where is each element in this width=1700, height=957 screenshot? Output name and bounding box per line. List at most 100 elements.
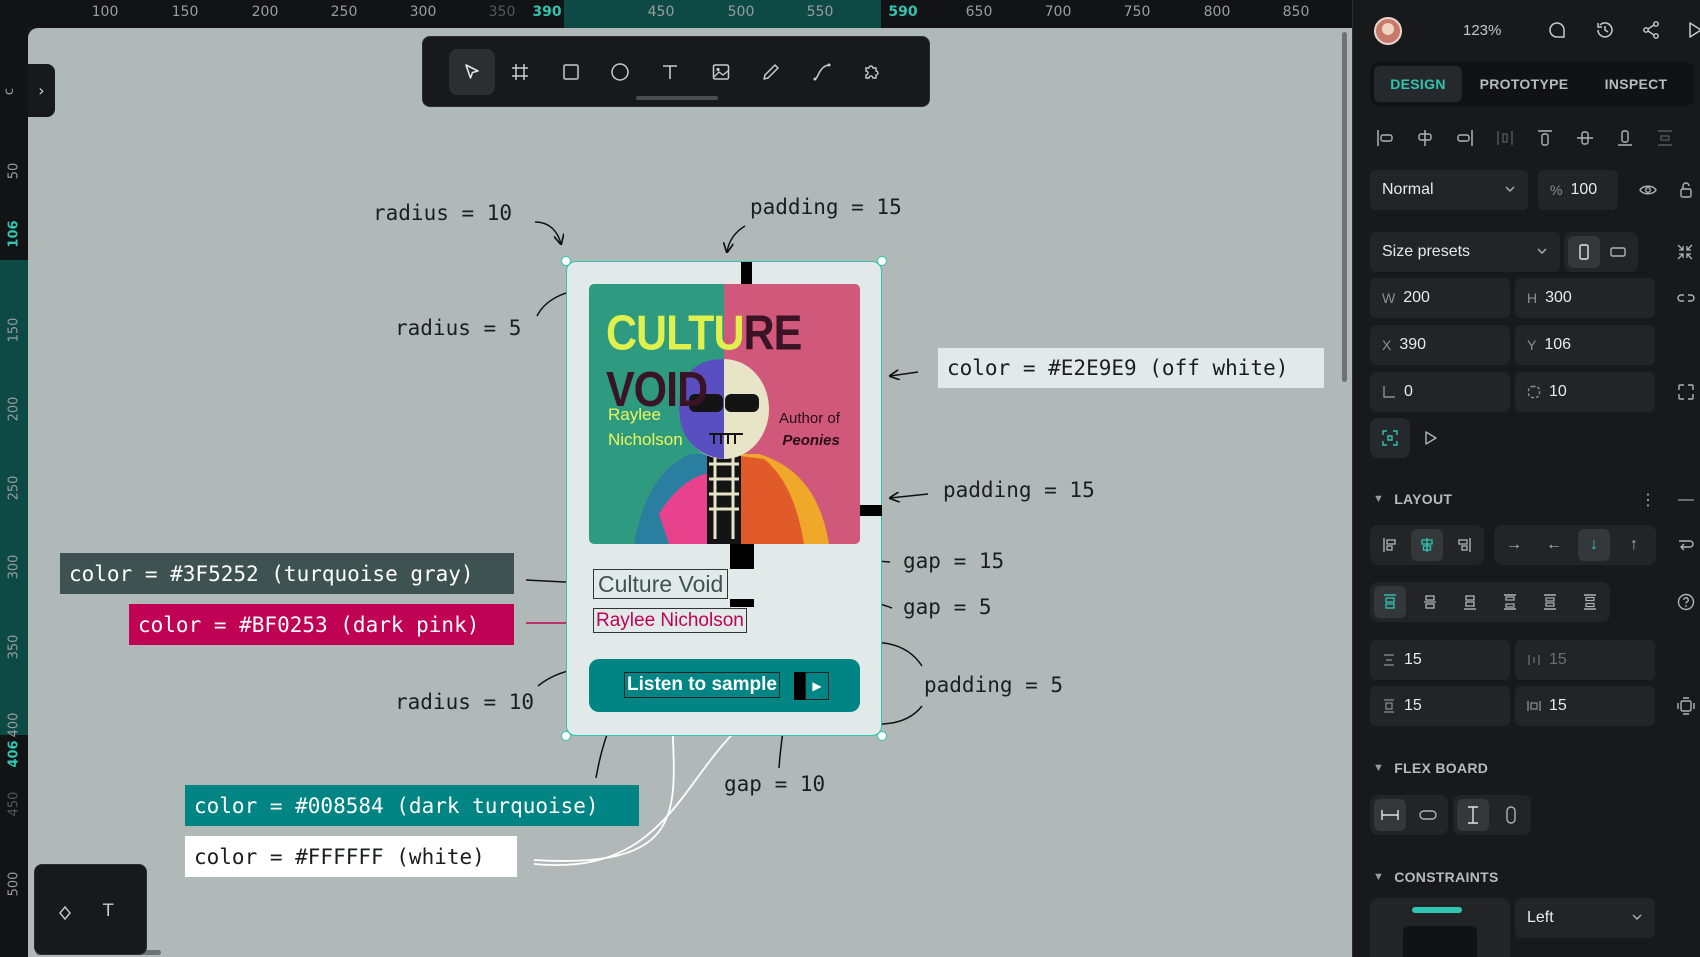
align-bottom-button[interactable] — [1613, 126, 1637, 150]
lock-button[interactable] — [1674, 178, 1698, 202]
space-around-button[interactable] — [1534, 586, 1566, 618]
align-center-button[interactable] — [1411, 529, 1443, 561]
direction-row-button[interactable]: → — [1498, 529, 1530, 561]
vertical-padding-input[interactable]: 15 — [1370, 686, 1510, 726]
proportion-lock-button[interactable] — [1674, 286, 1698, 310]
row-gap-icon — [1384, 654, 1394, 666]
auto-height-button[interactable] — [1495, 799, 1527, 831]
horizontal-padding-input[interactable]: 15 — [1515, 686, 1655, 726]
text-tool-button[interactable] — [647, 49, 693, 95]
rotation-input[interactable]: 0 — [1370, 372, 1510, 412]
vertical-scrollbar[interactable] — [1342, 32, 1347, 382]
align-right-icon — [1457, 130, 1473, 146]
ellipse-tool-button[interactable] — [597, 49, 643, 95]
x-value: 390 — [1399, 336, 1427, 353]
column-gap-input[interactable]: 15 — [1515, 640, 1655, 680]
justify-end-button[interactable] — [1454, 586, 1486, 618]
card-author[interactable]: Raylee Nicholson — [593, 608, 747, 633]
remove-layout-button[interactable]: — — [1674, 488, 1698, 512]
zoom-level[interactable]: 123% — [1463, 22, 1501, 39]
height-input[interactable]: H 300 — [1515, 278, 1655, 318]
justify-start-button[interactable] — [1374, 586, 1406, 618]
opacity-input[interactable]: % 100 — [1538, 170, 1618, 210]
align-left-button[interactable] — [1373, 126, 1397, 150]
blend-mode-select[interactable]: Normal — [1370, 170, 1528, 210]
selection-handle-bl[interactable] — [561, 731, 571, 741]
tab-design[interactable]: DESIGN — [1374, 66, 1462, 102]
toolbar-drag-handle[interactable] — [636, 96, 718, 100]
auto-width-button[interactable] — [1412, 799, 1444, 831]
rectangle-tool-button[interactable] — [548, 49, 594, 95]
distribute-h-button[interactable] — [1493, 126, 1517, 150]
align-vcenter-button[interactable] — [1573, 126, 1597, 150]
align-top-button[interactable] — [1533, 126, 1557, 150]
expand-layers-button[interactable]: › — [28, 64, 55, 117]
width-label: W — [1382, 290, 1396, 306]
history-button[interactable] — [1593, 18, 1617, 42]
selection-handle-br[interactable] — [877, 731, 887, 741]
clip-content-button[interactable] — [1370, 418, 1410, 458]
board-tool-button[interactable] — [497, 49, 543, 95]
justify-center-button[interactable] — [1414, 586, 1446, 618]
horizontal-constraint-select[interactable]: Left — [1515, 898, 1655, 938]
listen-button[interactable]: Listen to sample ▶ — [589, 659, 860, 712]
layout-options-button[interactable]: ⋮ — [1636, 488, 1660, 512]
wrap-button[interactable] — [1674, 533, 1698, 557]
space-evenly-button[interactable] — [1574, 586, 1606, 618]
shape-icon[interactable] — [57, 905, 73, 921]
selection-handle-tr[interactable] — [877, 256, 887, 266]
constraint-top-indicator[interactable] — [1412, 907, 1462, 913]
width-input[interactable]: W 200 — [1370, 278, 1510, 318]
comments-button[interactable] — [1545, 18, 1569, 42]
annotation-author-color: color = #BF0253 (dark pink) — [129, 604, 514, 645]
image-tool-button[interactable] — [698, 49, 744, 95]
ruler-tick: 300 — [409, 4, 437, 20]
distribute-v-button[interactable] — [1653, 126, 1677, 150]
direction-row-reverse-button[interactable]: ← — [1538, 529, 1570, 561]
align-right-button[interactable] — [1453, 126, 1477, 150]
flex-board-section-header[interactable]: ▼ FLEX BOARD — [1373, 760, 1488, 776]
ruler-tick: 500 — [727, 4, 755, 20]
share-button[interactable] — [1639, 18, 1663, 42]
space-between-button[interactable] — [1494, 586, 1526, 618]
layout-section-header[interactable]: ▼ LAYOUT — [1373, 491, 1452, 507]
independent-padding-button[interactable] — [1674, 694, 1698, 718]
y-input[interactable]: Y 106 — [1515, 325, 1655, 365]
x-input[interactable]: X 390 — [1370, 325, 1510, 365]
selection-handle-tl[interactable] — [561, 256, 571, 266]
tab-prototype[interactable]: PROTOTYPE — [1468, 66, 1580, 102]
row-gap-input[interactable]: 15 — [1370, 640, 1510, 680]
path-tool-button[interactable] — [799, 49, 845, 95]
distribute-h-icon — [1497, 131, 1513, 145]
visibility-button[interactable] — [1636, 178, 1660, 202]
chevron-down-icon: ▼ — [1373, 493, 1385, 505]
text-icon[interactable]: T — [103, 901, 113, 921]
radius-input[interactable]: 10 — [1515, 372, 1655, 412]
fixed-height-button[interactable] — [1457, 799, 1489, 831]
align-end-button[interactable] — [1448, 529, 1480, 561]
play-prototype-button[interactable] — [1683, 18, 1700, 42]
layout-help-button[interactable] — [1674, 590, 1698, 614]
avatar[interactable] — [1374, 17, 1402, 45]
ruler-tick: 50 — [6, 162, 22, 180]
pencil-tool-button[interactable] — [748, 49, 794, 95]
constraints-section-header[interactable]: ▼ CONSTRAINTS — [1373, 869, 1499, 885]
size-presets-select[interactable]: Size presets — [1370, 232, 1560, 272]
tab-inspect[interactable]: INSPECT — [1584, 66, 1688, 102]
select-tool-button[interactable] — [449, 49, 495, 95]
direction-column-reverse-button[interactable]: ↑ — [1618, 529, 1650, 561]
portrait-button[interactable] — [1568, 236, 1600, 268]
gap-indicator-5 — [730, 599, 754, 607]
constraint-box — [1403, 926, 1477, 957]
fixed-width-button[interactable] — [1374, 799, 1406, 831]
landscape-button[interactable] — [1602, 236, 1634, 268]
align-center-icon — [1421, 538, 1433, 552]
independent-corners-button[interactable] — [1674, 380, 1698, 404]
plugins-tool-button[interactable] — [849, 49, 895, 95]
align-start-button[interactable] — [1374, 529, 1406, 561]
align-hcenter-button[interactable] — [1413, 126, 1437, 150]
direction-column-button[interactable]: ↓ — [1578, 529, 1610, 561]
show-in-view-button[interactable] — [1419, 426, 1443, 450]
card-title[interactable]: Culture Void — [593, 569, 729, 599]
fit-content-button[interactable] — [1673, 240, 1697, 264]
